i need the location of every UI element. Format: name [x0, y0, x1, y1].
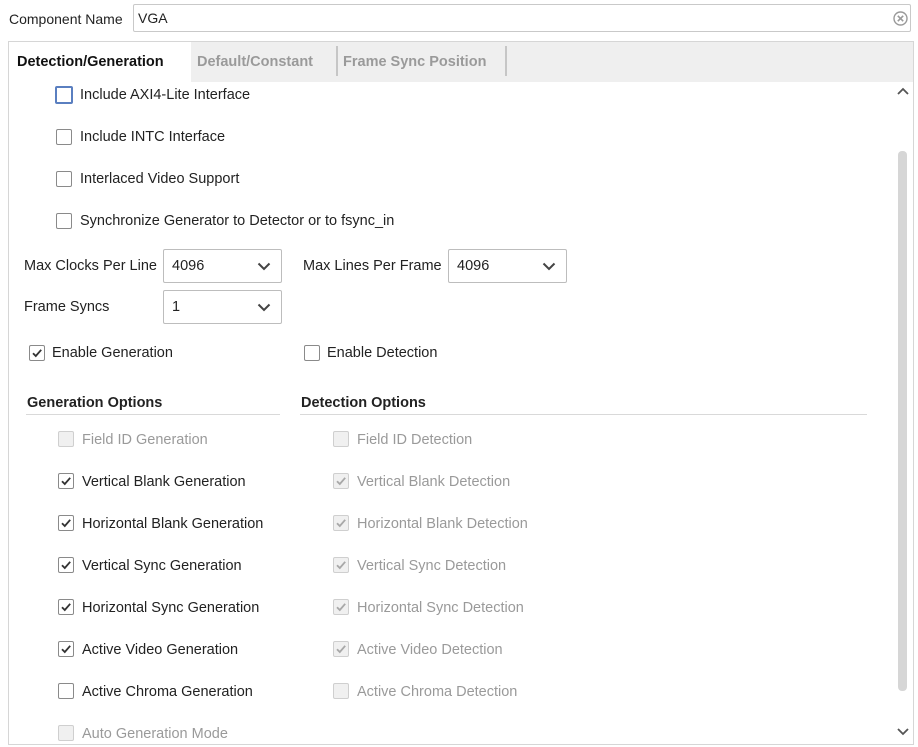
checkbox-horizontal-sync-generation[interactable] [58, 599, 74, 615]
checkmark-icon [32, 349, 42, 358]
tab-default-constant[interactable]: Default/Constant [191, 42, 338, 82]
checkbox-enable-generation[interactable] [29, 345, 45, 361]
checkmark-icon [336, 477, 346, 486]
clear-icon[interactable] [893, 11, 908, 26]
label-enable-detection: Enable Detection [327, 345, 438, 361]
checkbox-vertical-sync-generation[interactable] [58, 557, 74, 573]
select-max-lines-per-frame[interactable]: 4096 [448, 249, 567, 283]
label-active-chroma-detection: Active Chroma Detection [357, 684, 518, 700]
checkmark-icon [61, 561, 71, 570]
label-active-video-generation: Active Video Generation [82, 642, 239, 658]
label-vertical-sync-detection: Vertical Sync Detection [357, 558, 507, 574]
checkbox-include-intc[interactable] [56, 129, 72, 145]
label-include-axi4-lite: Include AXI4-Lite Interface [80, 87, 251, 103]
checkbox-active-video-detection [333, 641, 349, 657]
select-value: 4096 [172, 258, 205, 274]
checkbox-horizontal-blank-generation[interactable] [58, 515, 74, 531]
checkmark-icon [336, 561, 346, 570]
checkbox-field-id-detection [333, 431, 349, 447]
checkbox-include-axi4-lite[interactable] [55, 86, 73, 104]
label-horizontal-blank-generation: Horizontal Blank Generation [82, 516, 264, 532]
chevron-down-icon [542, 262, 556, 271]
checkmark-icon [336, 603, 346, 612]
label-interlaced-video: Interlaced Video Support [80, 171, 240, 187]
label-auto-generation-mode: Auto Generation Mode [82, 726, 228, 742]
section-divider [26, 414, 280, 415]
checkmark-icon [61, 603, 71, 612]
checkbox-interlaced-video[interactable] [56, 171, 72, 187]
label-horizontal-sync-detection: Horizontal Sync Detection [357, 600, 524, 616]
label-vertical-sync-generation: Vertical Sync Generation [82, 558, 242, 574]
checkmark-icon [61, 477, 71, 486]
checkbox-synchronize-generator[interactable] [56, 213, 72, 229]
checkbox-auto-generation-mode [58, 725, 74, 741]
label-enable-generation: Enable Generation [52, 345, 173, 361]
label-active-video-detection: Active Video Detection [357, 642, 503, 658]
section-title-generation: Generation Options [27, 395, 163, 411]
settings-panel [8, 41, 914, 745]
component-name-row: Component Name VGA [0, 0, 918, 40]
select-frame-syncs[interactable]: 1 [163, 290, 282, 324]
checkbox-active-chroma-generation[interactable] [58, 683, 74, 699]
section-title-detection: Detection Options [301, 395, 426, 411]
checkbox-enable-detection[interactable] [304, 345, 320, 361]
label-synchronize-generator: Synchronize Generator to Detector or to … [80, 213, 395, 229]
checkmark-icon [61, 519, 71, 528]
chevron-down-icon [257, 262, 271, 271]
tab-frame-sync-position[interactable]: Frame Sync Position [338, 42, 508, 82]
vertical-scrollbar[interactable] [895, 82, 913, 745]
label-field-id-detection: Field ID Detection [357, 432, 473, 448]
scroll-down-icon[interactable] [896, 727, 910, 737]
label-horizontal-sync-generation: Horizontal Sync Generation [82, 600, 260, 616]
label-frame-syncs: Frame Syncs [24, 299, 110, 315]
checkbox-active-video-generation[interactable] [58, 641, 74, 657]
label-vertical-blank-generation: Vertical Blank Generation [82, 474, 246, 490]
checkmark-icon [336, 519, 346, 528]
label-active-chroma-generation: Active Chroma Generation [82, 684, 253, 700]
tab-bar: Detection/Generation Default/Constant Fr… [9, 42, 913, 82]
scroll-up-icon[interactable] [896, 86, 910, 96]
select-max-clocks-per-line[interactable]: 4096 [163, 249, 282, 283]
label-vertical-blank-detection: Vertical Blank Detection [357, 474, 511, 490]
tab-detection-generation[interactable]: Detection/Generation [9, 42, 191, 82]
checkbox-active-chroma-detection [333, 683, 349, 699]
label-horizontal-blank-detection: Horizontal Blank Detection [357, 516, 528, 532]
section-divider [300, 414, 867, 415]
checkbox-vertical-blank-detection [333, 473, 349, 489]
tab-divider [505, 46, 507, 76]
label-field-id-generation: Field ID Generation [82, 432, 208, 448]
checkbox-vertical-blank-generation[interactable] [58, 473, 74, 489]
component-name-label: Component Name [9, 11, 123, 27]
component-name-input[interactable]: VGA [133, 4, 911, 32]
checkmark-icon [336, 645, 346, 654]
label-include-intc: Include INTC Interface [80, 129, 226, 145]
checkbox-vertical-sync-detection [333, 557, 349, 573]
label-max-lines-per-frame: Max Lines Per Frame [303, 258, 442, 274]
checkmark-icon [61, 645, 71, 654]
chevron-down-icon [257, 303, 271, 312]
checkbox-horizontal-blank-detection [333, 515, 349, 531]
label-max-clocks-per-line: Max Clocks Per Line [24, 258, 157, 274]
select-value: 1 [172, 299, 181, 315]
checkbox-horizontal-sync-detection [333, 599, 349, 615]
scroll-thumb[interactable] [898, 151, 907, 691]
component-name-value: VGA [138, 10, 168, 26]
checkbox-field-id-generation [58, 431, 74, 447]
select-value: 4096 [457, 258, 490, 274]
